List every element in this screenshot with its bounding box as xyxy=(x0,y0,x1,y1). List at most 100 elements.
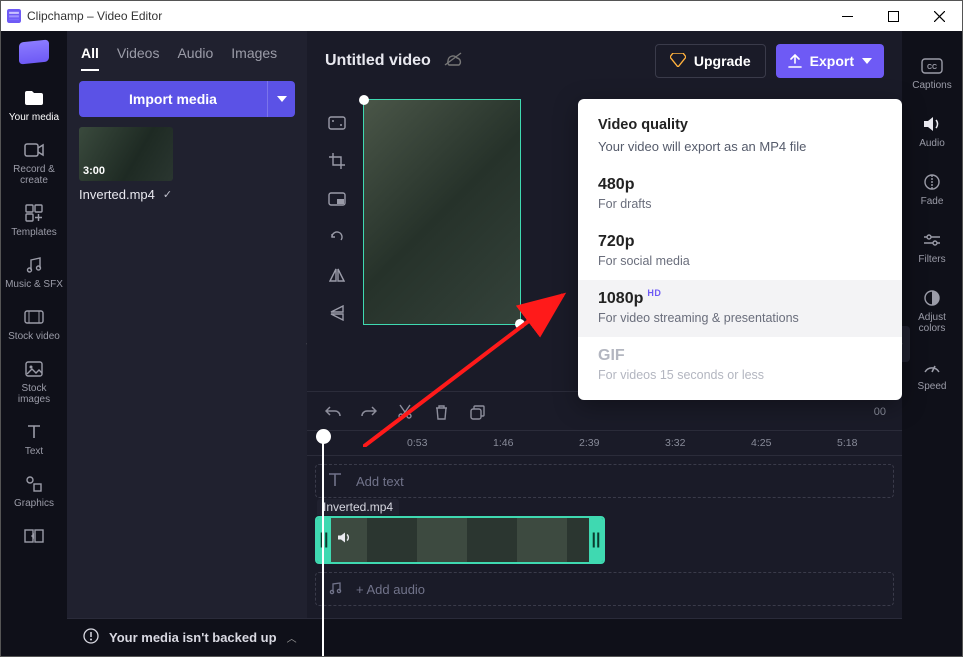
import-dropdown[interactable] xyxy=(267,81,295,117)
tab-audio[interactable]: Audio xyxy=(177,45,213,71)
rail-label: Captions xyxy=(912,80,951,91)
text-track[interactable]: Add text xyxy=(315,464,894,498)
media-tabs: All Videos Audio Images xyxy=(67,31,307,71)
rail-templates[interactable]: Templates xyxy=(4,196,64,244)
undo-button[interactable] xyxy=(323,402,343,422)
flip-h-icon[interactable] xyxy=(325,263,349,287)
speaker-icon xyxy=(921,113,943,135)
titlebar: Clipchamp – Video Editor xyxy=(1,1,962,31)
rail-your-media[interactable]: Your media xyxy=(4,81,64,129)
ruler-tick: 5:18 xyxy=(837,437,857,449)
text-icon xyxy=(23,421,45,443)
cc-icon: CC xyxy=(921,55,943,77)
rail-label: Text xyxy=(25,446,43,457)
rail-graphics[interactable]: Graphics xyxy=(4,467,64,515)
video-preview[interactable] xyxy=(363,99,521,325)
redo-button[interactable] xyxy=(359,402,379,422)
rail-stock-images[interactable]: Stock images xyxy=(4,352,64,411)
project-title[interactable]: Untitled video xyxy=(325,52,431,70)
brand-logo[interactable] xyxy=(19,39,49,64)
rail-music-sfx[interactable]: Music & SFX xyxy=(4,248,64,296)
music-icon xyxy=(23,254,45,276)
rotate-icon[interactable] xyxy=(325,225,349,249)
quality-option-1080p[interactable]: 1080p HD For video streaming & presentati… xyxy=(578,280,902,337)
upgrade-button[interactable]: Upgrade xyxy=(655,44,766,78)
check-icon: ✓ xyxy=(163,188,172,201)
ruler-tick: 2:39 xyxy=(579,437,599,449)
window-title: Clipchamp – Video Editor xyxy=(27,9,162,23)
image-icon xyxy=(23,358,45,380)
clip-trim-right[interactable]: || xyxy=(589,518,603,562)
rail-fade[interactable]: Fade xyxy=(904,165,960,213)
media-thumbnail[interactable]: 3:00 xyxy=(79,127,173,181)
tab-videos[interactable]: Videos xyxy=(117,45,160,71)
upload-icon xyxy=(788,54,802,68)
minimize-button[interactable] xyxy=(824,1,870,31)
flip-v-icon[interactable] xyxy=(325,301,349,325)
option-sub: For drafts xyxy=(598,197,882,211)
video-clip[interactable]: || || xyxy=(315,516,605,564)
maximize-button[interactable] xyxy=(870,1,916,31)
backup-bar[interactable]: Your media isn't backed up ︿ xyxy=(67,618,902,656)
fade-icon xyxy=(921,171,943,193)
speed-icon xyxy=(921,356,943,378)
crop-icon[interactable] xyxy=(325,149,349,173)
quality-option-480p[interactable]: 480p For drafts xyxy=(578,166,902,223)
audio-track-label: + Add audio xyxy=(356,582,425,597)
templates-icon xyxy=(23,202,45,224)
option-sub: For video streaming & presentations xyxy=(598,311,882,325)
hd-badge: HD xyxy=(647,288,661,298)
clip-trim-left[interactable]: || xyxy=(317,518,331,562)
ruler-tick: 3:32 xyxy=(665,437,685,449)
audio-track[interactable]: + Add audio xyxy=(315,572,894,606)
export-button[interactable]: Export xyxy=(776,44,884,78)
text-track-label: Add text xyxy=(356,474,404,489)
import-media-button[interactable]: Import media xyxy=(79,81,267,117)
topbar: Untitled video Upgrade Export xyxy=(307,31,902,91)
rail-audio[interactable]: Audio xyxy=(904,107,960,155)
timeline-toolbar: 00 xyxy=(307,398,902,426)
export-label: Export xyxy=(810,53,854,69)
rail-label: Filters xyxy=(918,254,945,265)
split-button[interactable] xyxy=(395,402,415,422)
media-filename: Inverted.mp4 xyxy=(79,187,155,202)
media-panel: All Videos Audio Images Import media 3:0… xyxy=(67,31,307,656)
diamond-icon xyxy=(670,53,686,70)
preview-area: Video quality Your video will export as … xyxy=(307,91,902,391)
rail-adjust-colors[interactable]: Adjust colors xyxy=(904,281,960,340)
rail-label: Fade xyxy=(921,196,944,207)
tab-all[interactable]: All xyxy=(81,45,99,71)
transitions-icon xyxy=(23,525,45,547)
resize-handle[interactable] xyxy=(359,95,369,105)
fit-icon[interactable] xyxy=(325,111,349,135)
rail-label: Speed xyxy=(918,381,947,392)
rail-label: Stock images xyxy=(4,383,64,405)
rail-filters[interactable]: Filters xyxy=(904,223,960,271)
rail-label: Audio xyxy=(919,138,945,149)
delete-button[interactable] xyxy=(431,402,451,422)
camera-icon xyxy=(23,139,45,161)
timeline-ruler[interactable]: 0:53 1:46 2:39 3:32 4:25 5:18 xyxy=(307,430,902,456)
rail-text[interactable]: Text xyxy=(4,415,64,463)
timeline: 00 0:53 1:46 2:39 3:32 4:25 5:18 Add tex… xyxy=(307,391,902,656)
option-sub: For social media xyxy=(598,254,882,268)
quality-option-gif[interactable]: GIF For videos 15 seconds or less xyxy=(578,337,902,394)
rail-captions[interactable]: CC Captions xyxy=(904,49,960,97)
timecode-hint: 00 xyxy=(874,406,886,418)
rail-label: Graphics xyxy=(14,498,54,509)
tab-images[interactable]: Images xyxy=(231,45,277,71)
close-button[interactable] xyxy=(916,1,962,31)
pip-icon[interactable] xyxy=(325,187,349,211)
music-icon xyxy=(328,581,342,598)
option-title: 1080p xyxy=(598,290,643,308)
clip-name-label: Inverted.mp4 xyxy=(317,499,399,515)
resize-handle[interactable] xyxy=(515,319,525,329)
duplicate-button[interactable] xyxy=(467,402,487,422)
rail-transitions[interactable] xyxy=(4,519,64,553)
quality-option-720p[interactable]: 720p For social media xyxy=(578,223,902,280)
rail-stock-video[interactable]: Stock video xyxy=(4,300,64,348)
rail-speed[interactable]: Speed xyxy=(904,350,960,398)
sync-off-icon[interactable] xyxy=(443,51,463,72)
media-item[interactable]: 3:00 Inverted.mp4 ✓ xyxy=(67,127,307,202)
rail-record-create[interactable]: Record & create xyxy=(4,133,64,192)
